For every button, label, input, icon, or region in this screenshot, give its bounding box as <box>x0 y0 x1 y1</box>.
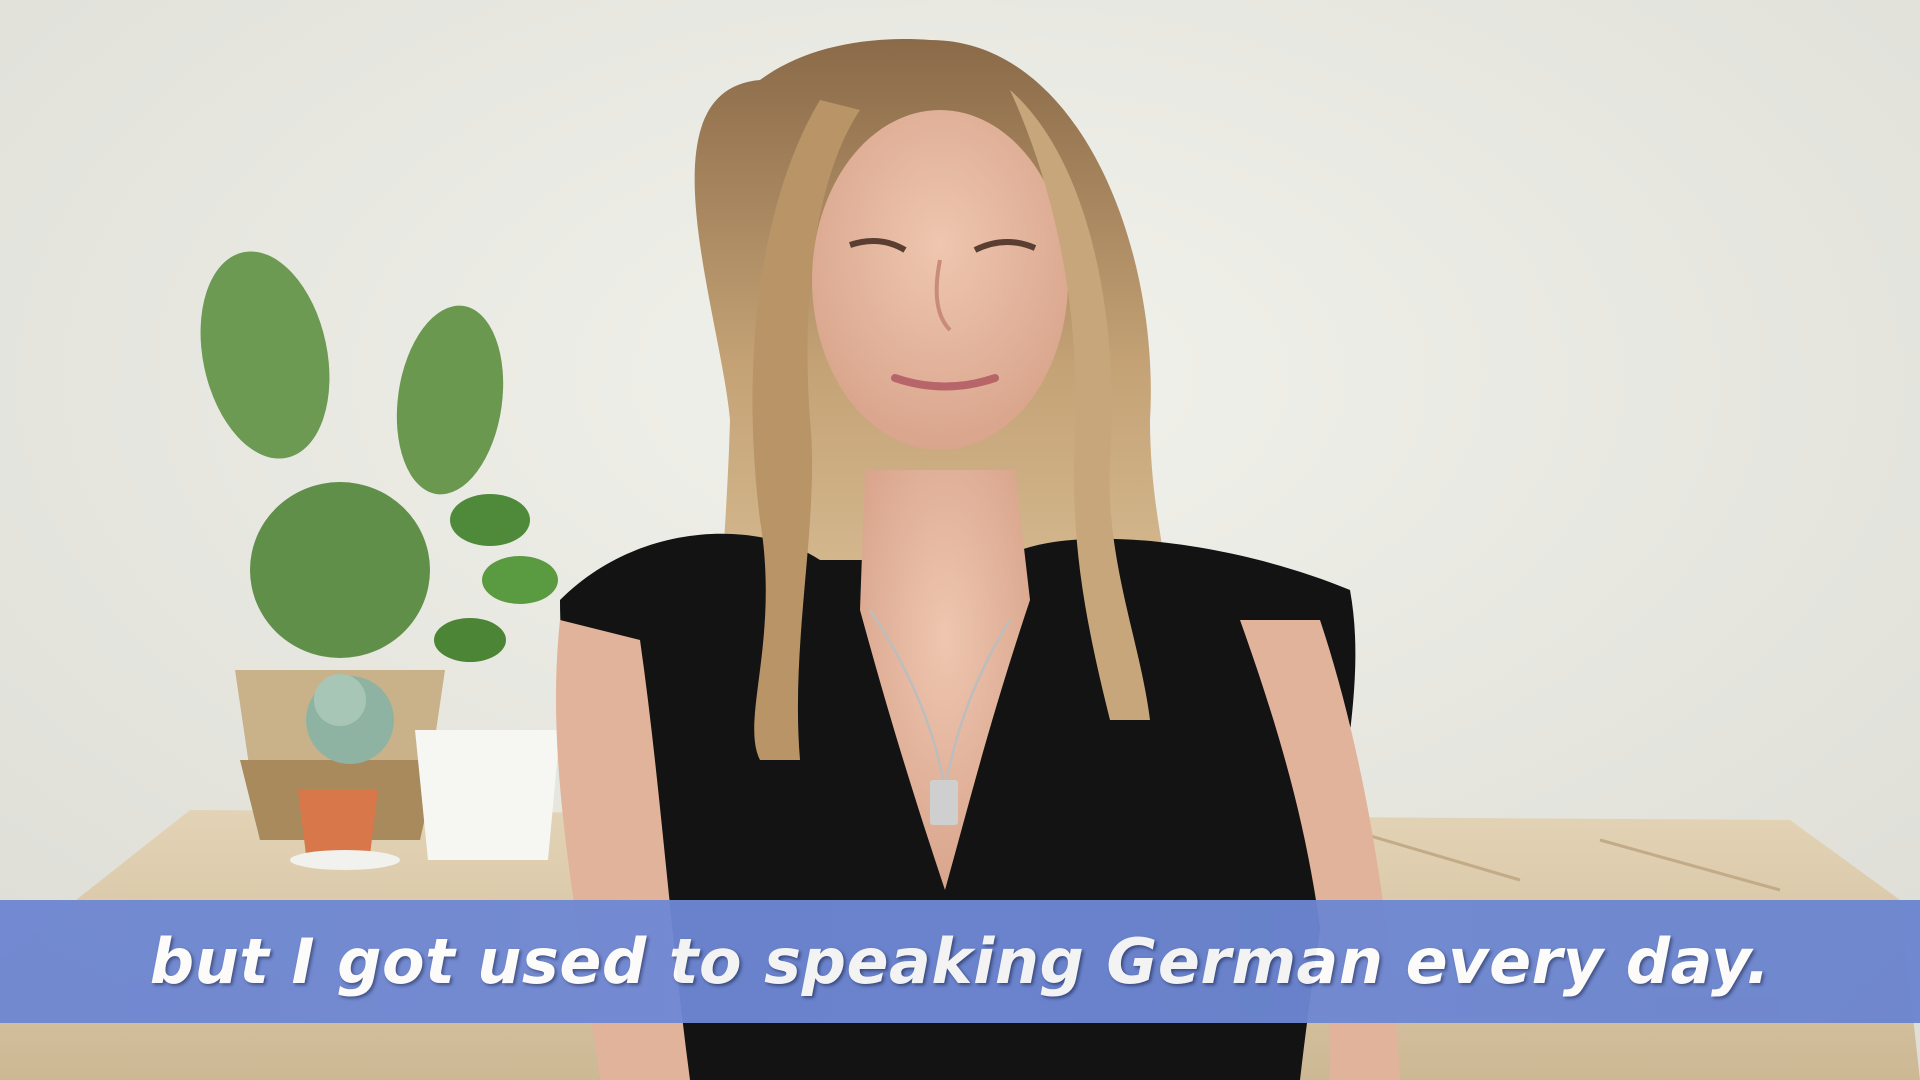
video-frame[interactable]: but I got used to speaking German every … <box>0 0 1920 1080</box>
subtitle-bar: but I got used to speaking German every … <box>0 900 1920 1023</box>
subtitle-text: but I got used to speaking German every … <box>149 925 1771 998</box>
